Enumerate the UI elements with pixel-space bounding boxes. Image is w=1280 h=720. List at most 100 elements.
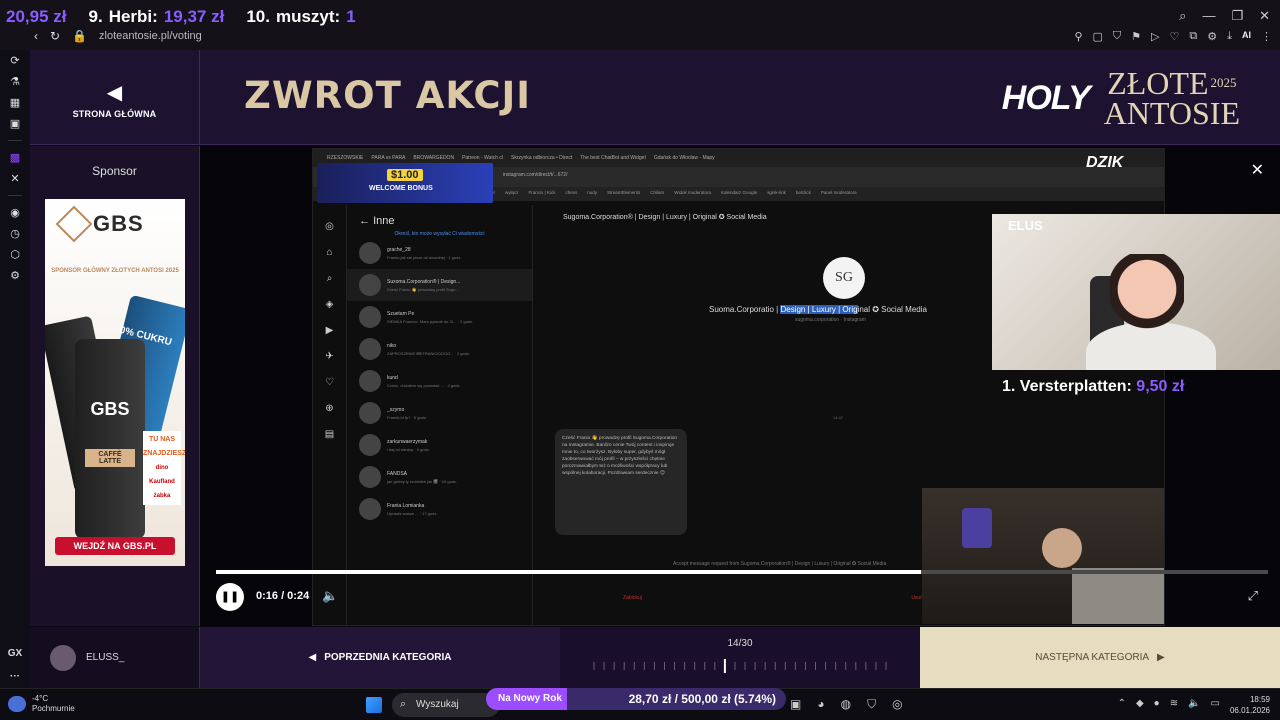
volume-icon[interactable]: 🔈 [322,588,338,604]
arrow-right-icon: ▶ [1157,652,1165,663]
sponsor-panel: Sponsor GBS SPONSOR GŁÓWNY ZŁOTYCH ANTOS… [30,146,200,626]
mic-icon[interactable]: ● [1154,698,1160,709]
top-donor: 1. Versterplatten: 9,50 zł [1002,378,1184,396]
close-video-icon[interactable]: ✕ [1251,160,1264,180]
restore-icon[interactable]: ❐ [1231,8,1243,24]
extensions-icon[interactable]: ⧉ [1189,30,1197,43]
video-icon[interactable]: ◉ [10,206,20,219]
room-light [962,508,992,548]
app-icon[interactable]: ▣ [790,697,801,712]
chat-row: Suxoma.Corporation® | Design... Cześć Fra… [347,269,532,301]
search-tabs-icon[interactable]: ⌕ [1179,8,1186,24]
speaker-icon[interactable]: 🔈 [1188,698,1200,709]
store-name: Kaufland [149,479,175,485]
previous-category-button[interactable]: ◀ POPRZEDNIA KATEGORIA [200,627,560,688]
weather-widget[interactable]: -4°C Pochmurnie [8,694,75,714]
obs-icon[interactable]: ◎ [892,697,902,712]
sponsor-ad[interactable]: GBS SPONSOR GŁÓWNY ZŁOTYCH ANTOSI 2025 0… [45,199,185,566]
arrow-left-icon: ◀ [106,82,123,104]
back-icon[interactable]: ‹ [34,29,38,43]
chat-list-header: ← Inne [359,215,395,227]
player-icon[interactable]: ▣ [10,117,20,130]
ticker-rank: 10. [246,7,270,26]
twitch-icon[interactable]: ▩ [10,151,20,164]
gbs-logo: GBS [55,205,144,243]
ad-cta-button[interactable]: WEJDŹ NA GBS.PL [55,537,175,555]
tray-app-icon[interactable]: ◆ [1136,698,1144,709]
menu-icon[interactable]: ⋮ [1261,30,1272,43]
steam-icon[interactable]: ◍ [841,697,851,712]
previous-category-label: POPRZEDNIA KATEGORIA [324,652,452,663]
discord-icon[interactable]: ◕ [817,697,824,712]
history-icon[interactable]: ⟳ [10,54,19,67]
embedded-bookmark: Panel moderatora [820,190,857,195]
ticker-amount: 1 [346,7,356,26]
ticker-name: muszyt: [275,7,341,26]
bookmark-icon[interactable]: ⚑ [1131,30,1141,43]
taskbar-clock[interactable]: 18:59 06.01.2026 [1230,694,1270,716]
reload-icon[interactable]: ↻ [50,29,60,43]
snapshot-icon[interactable]: ▢ [1093,30,1103,43]
pin-icon[interactable]: ⚲ [1074,30,1082,43]
shield-icon[interactable]: ⛉ [1113,30,1121,43]
chat-name: Frania Lomianka [387,502,425,509]
bonus-amount: $1.00 [387,169,423,181]
progress-fill [216,570,921,574]
create-icon: ⊕ [325,403,334,414]
clock-icon[interactable]: ◷ [10,227,20,240]
taskbar-search[interactable]: ⌕ Wyszukaj [392,693,500,717]
video-progress-bar[interactable] [216,570,1268,574]
donation-ticker: 20,95 zł 9. Herbi: 19,37 zł 10. muszyt: … [6,4,356,30]
clock-time: 18:59 [1249,695,1270,704]
settings-icon[interactable]: ⚙ [10,269,20,282]
battery-icon[interactable]: ▭ [1211,698,1220,709]
minimize-icon[interactable]: — [1202,8,1215,24]
pause-button[interactable]: ❚❚ [216,583,244,611]
download-icon[interactable]: ⤓ [1227,30,1232,43]
user-profile[interactable]: ELUSS_ [30,627,200,688]
top-donor-name: Versterplatten: [1019,378,1132,395]
home-button[interactable]: ◀ STRONA GŁÓWNA [30,50,200,145]
embedded-tab: Gdańsk do Włocław - Mapy [653,155,715,161]
message-bubble: Cześć Franio 👋 prowadzę profil Sugoma.Co… [555,429,687,535]
embedded-bookmark: betclick [795,190,811,195]
gx-icon[interactable]: GX [8,648,22,659]
ai-icon[interactable]: ⚗ [10,75,20,88]
close-window-icon[interactable]: ✕ [1259,8,1270,24]
room-person [1042,528,1082,568]
ticker-item: 10. muszyt: 1 [246,7,355,27]
wifi-icon[interactable]: ≋ [1170,698,1178,709]
chat-title: Suoma.Corporatio | Design | Luxury | Ori… [709,305,927,314]
start-button[interactable] [366,697,382,713]
ai-label[interactable]: AI [1242,30,1251,43]
url-text[interactable]: zloteantosie.pl/voting [99,30,202,42]
ticker-amount: 20,95 zł [6,7,67,26]
chat-preview: jan grubty ty zrobbiłeś jak 🎬 · 10 godz. [387,478,458,484]
embedded-tab: The best ChatBot and Widget [580,155,646,161]
browser-sidebar: ⟳ ⚗ ▦ ▣ ▩ ✕ ◉ ◷ ⬡ ⚙ [0,50,30,688]
fullscreen-icon[interactable]: ⤢ [1248,588,1258,604]
play-icon[interactable]: ▷ [1151,30,1159,43]
extension-icons: ⚲ ▢ ⛉ ⚑ ▷ ♡ ⧉ ⚙ ⤓ AI ⋮ [1074,30,1272,43]
divider [8,195,22,196]
chat-title-part: oma.Corporatio [718,305,774,314]
next-category-button[interactable]: NASTĘPNA KATEGORIA ▶ [920,627,1280,688]
system-tray: ⌃ ◆ ● ≋ 🔈 ▭ [1118,698,1220,709]
embedded-bookmark: chess [565,190,578,195]
chat-row: grache_28 Franko jak sie pisze do dowolne… [347,237,532,269]
username: ELUSS_ [86,652,125,663]
instagram-icon: ◎ [325,221,334,232]
x-icon[interactable]: ✕ [10,172,19,185]
more-icon[interactable]: ··· [10,671,20,682]
chat-name: zarkunwaerzymak [387,438,428,445]
heart-icon[interactable]: ♡ [1170,30,1180,43]
chat-preview: Franek hi fp? · 5 godz. [387,414,428,420]
video-player[interactable]: RZESZOWSKIE PARA vs PARA BROWARGEDON Pat… [200,146,1280,626]
donation-goal-bar: Na Nowy Rok 28,70 zł / 500,00 zł (5.74%) [486,688,786,710]
easy-setup-icon[interactable]: ⚙ [1207,30,1217,43]
browser-icon[interactable]: ⛉ [867,697,876,712]
brand-year: 2025 [1210,75,1237,90]
cube-icon[interactable]: ⬡ [10,248,20,261]
gamepad-icon[interactable]: ▦ [10,96,20,109]
tray-chevron-icon[interactable]: ⌃ [1118,698,1126,709]
